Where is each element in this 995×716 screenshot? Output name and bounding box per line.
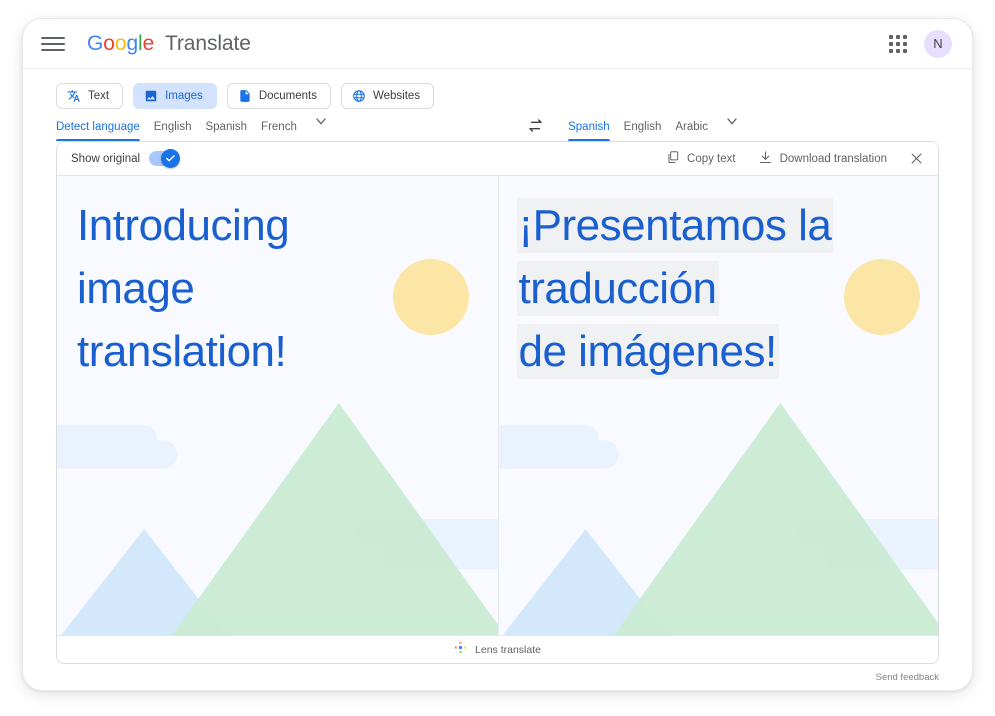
target-lang-arabic[interactable]: Arabic [675,121,722,141]
tab-label: Documents [258,90,317,102]
original-image-pane[interactable]: Introducing image translation! [57,176,498,635]
source-lang-french[interactable]: French [261,121,311,141]
panel-toolbar-actions: Copy text Download translation [666,150,924,168]
tab-label: Images [165,90,203,102]
original-headline: Introducing image translation! [77,194,290,383]
globe-icon [352,89,366,103]
tab-label: Websites [372,90,421,102]
yellow-circle-decoration [843,259,920,335]
show-original-toggle[interactable]: Show original [71,149,181,168]
logo-letter: o [114,31,127,55]
send-feedback-link[interactable]: Send feedback [876,672,939,683]
translate-app-window: Google Translate N Text Images Documents… [22,18,973,691]
logo-letter: e [142,31,155,55]
download-translation-label: Download translation [779,152,887,165]
copy-text-button[interactable]: Copy text [666,150,736,167]
source-lang-detect-language[interactable]: Detect language [56,121,154,141]
logo-letter: o [103,31,115,55]
translated-line-text: traducción [516,261,719,316]
logo-letter: G [87,31,104,55]
translate-text-icon [67,89,81,103]
target-lang-english[interactable]: English [624,121,676,141]
apps-grid-icon[interactable] [886,32,910,56]
lens-translate-button[interactable]: Lens translate [57,635,938,663]
logo-letter: g [126,31,139,55]
language-selector-row: Detect language English Spanish French S… [23,109,972,141]
image-translation-panel: Show original Copy text Download transla… [56,141,939,664]
toggle-switch[interactable] [149,149,181,168]
original-headline-line: translation! [77,327,287,376]
show-original-label: Show original [71,152,141,165]
copy-text-label: Copy text [687,152,736,165]
toggle-knob [161,149,181,168]
translated-headline: ¡Presentamos la traducción de imágenes! [516,194,834,383]
translated-headline-line: de imágenes! [516,320,834,383]
lens-translate-label: Lens translate [475,643,541,656]
translation-mode-tabs: Text Images Documents Websites [23,69,972,109]
tab-images[interactable]: Images [133,83,217,109]
translated-line-text: de imágenes! [516,324,779,379]
target-language-group: Spanish English Arabic [568,113,740,141]
source-chevron-down-icon[interactable] [311,113,329,141]
document-icon [238,89,252,103]
tab-websites[interactable]: Websites [340,83,435,109]
download-translation-button[interactable]: Download translation [758,150,887,168]
close-icon[interactable] [909,151,924,166]
translated-headline-line: ¡Presentamos la [516,194,834,257]
panel-toolbar: Show original Copy text Download transla… [57,142,938,176]
tab-label: Text [88,90,110,102]
google-translate-logo[interactable]: Google Translate [87,32,251,56]
feedback-row: Send feedback [23,664,972,690]
swap-languages-icon[interactable] [524,114,546,136]
source-language-group: Detect language English Spanish French [56,113,329,141]
target-lang-spanish[interactable]: Spanish [568,121,624,141]
translated-image-pane[interactable]: ¡Presentamos la traducción de imágenes! [497,176,938,635]
product-name: Translate [164,31,251,55]
yellow-circle-decoration [393,259,469,335]
app-header: Google Translate N [23,19,972,69]
google-lens-icon [454,641,467,659]
download-icon [758,150,773,168]
source-lang-english[interactable]: English [154,121,206,141]
copy-icon [666,150,680,167]
hamburger-menu-icon[interactable] [41,32,65,56]
image-panes: Introducing image translation! ¡Presenta… [57,176,938,635]
target-chevron-down-icon[interactable] [722,113,740,141]
tab-documents[interactable]: Documents [226,83,331,109]
source-lang-spanish[interactable]: Spanish [205,121,261,141]
avatar[interactable]: N [924,29,952,58]
translated-line-text: ¡Presentamos la [516,198,834,253]
tab-text[interactable]: Text [56,83,124,109]
translated-headline-line: traducción [516,257,834,320]
image-icon [144,89,158,103]
header-actions: N [886,29,952,58]
original-headline-line: image [77,264,195,313]
original-headline-line: Introducing [77,201,290,250]
